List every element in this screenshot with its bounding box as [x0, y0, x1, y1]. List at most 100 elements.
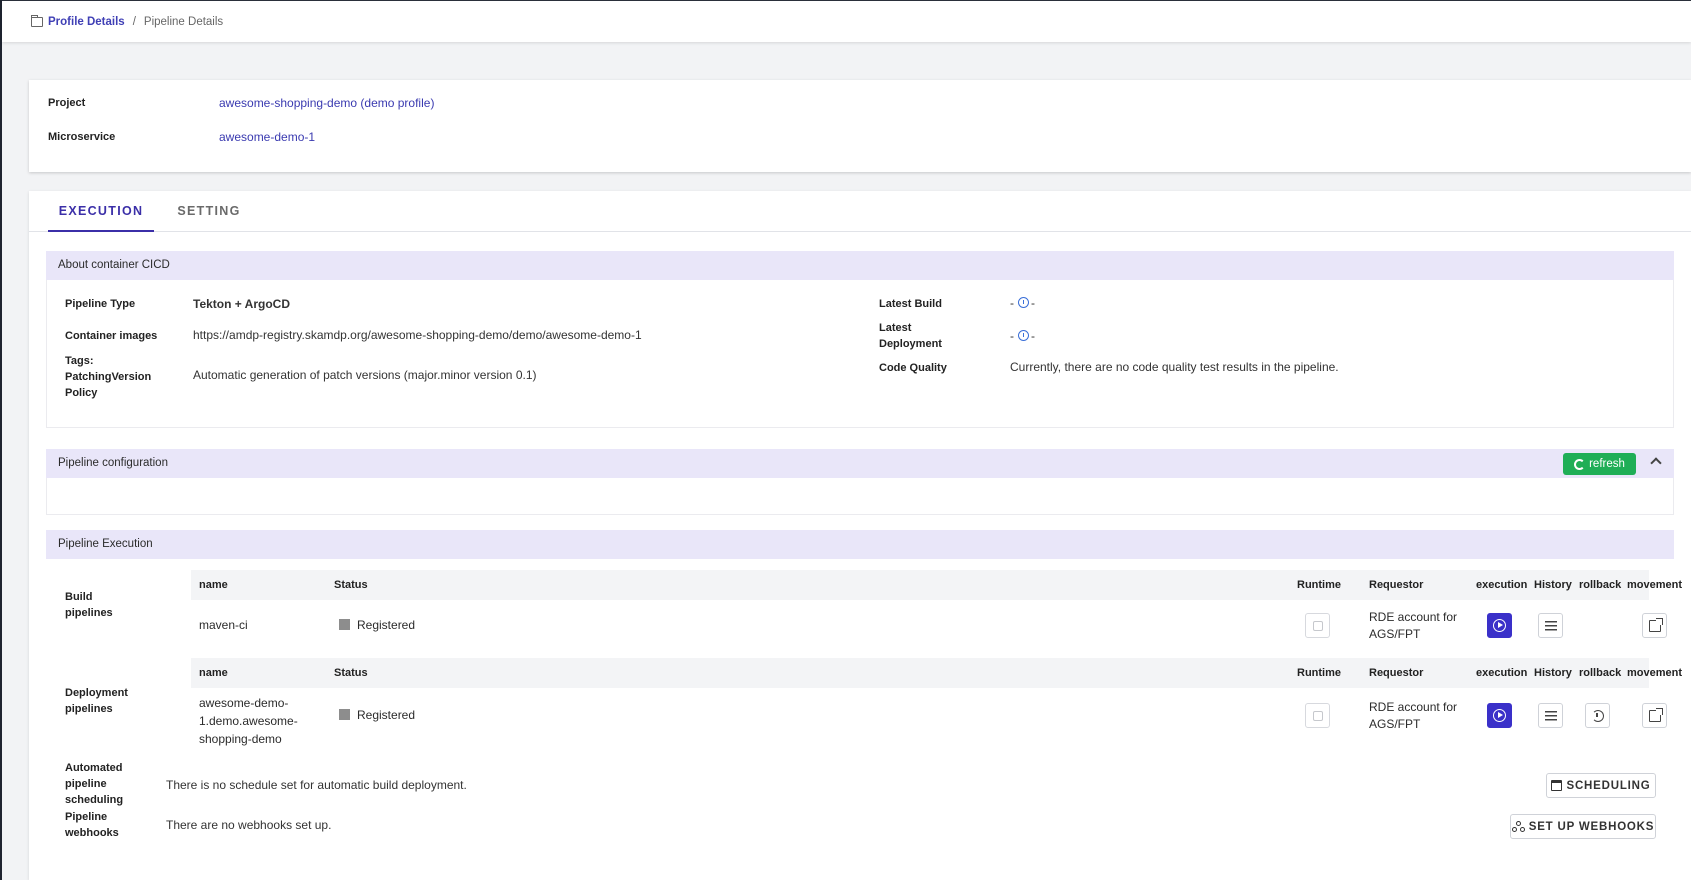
project-row: Project awesome-shopping-demo (demo prof…	[48, 96, 434, 110]
deploy-requestor: RDE account for AGS/FPT	[1369, 700, 1458, 731]
latest-build-label: Latest Build	[879, 298, 942, 310]
config-section-header: Pipeline configuration refresh	[46, 449, 1674, 478]
col-status: Status	[334, 579, 368, 591]
scheduling-button-label: SCHEDULING	[1566, 779, 1651, 792]
col-execution: execution	[1476, 579, 1528, 591]
build-pipelines-label: Build pipelines	[65, 591, 113, 619]
build-table-header: name Status Runtime Requestor execution …	[191, 570, 1682, 600]
pipeline-type-label: Pipeline Type	[65, 298, 136, 310]
col-name: name	[199, 667, 228, 679]
webhooks-text: There are no webhooks set up.	[166, 818, 332, 832]
window-edge	[0, 0, 2, 880]
runtime-button[interactable]	[1305, 703, 1330, 728]
table-row: maven-ci Registered RDE account for AGS/…	[191, 600, 1667, 650]
pipeline-type-value: Tekton + ArgoCD	[193, 297, 291, 311]
patching-policy-label: PatchingVersion Policy	[65, 371, 152, 399]
col-name: name	[199, 579, 228, 591]
status-square-icon	[339, 619, 350, 630]
col-requestor: Requestor	[1369, 579, 1424, 591]
project-label: Project	[48, 97, 86, 109]
code-quality-label: Code Quality	[879, 362, 947, 374]
chevron-up-icon[interactable]	[1650, 457, 1662, 469]
rollback-button[interactable]	[1585, 703, 1610, 728]
about-section-body: Pipeline Type Tekton + ArgoCD Container …	[46, 280, 1674, 428]
microservice-row: Microservice awesome-demo-1	[48, 130, 315, 144]
build-requestor: RDE account for AGS/FPT	[1369, 610, 1458, 641]
col-movement: movement	[1627, 667, 1683, 679]
tab-execution[interactable]: EXECUTION	[48, 191, 154, 232]
col-movement: movement	[1627, 579, 1683, 591]
col-runtime: Runtime	[1297, 579, 1341, 591]
latest-deployment-label: Latest Deployment	[879, 322, 942, 350]
latest-deployment-value: --	[1010, 329, 1035, 343]
scheduling-text: There is no schedule set for automatic b…	[166, 778, 467, 792]
tags-label: Tags:	[65, 355, 94, 367]
microservice-link[interactable]: awesome-demo-1	[219, 130, 315, 144]
deployment-pipelines-label: Deployment pipelines	[65, 687, 128, 715]
alarm-icon	[1018, 297, 1029, 308]
deploy-pipeline-name: awesome-demo-1.demo.awesome-shopping-dem…	[199, 696, 298, 746]
table-row: awesome-demo-1.demo.awesome-shopping-dem…	[191, 688, 1667, 748]
col-rollback: rollback	[1579, 579, 1622, 591]
deploy-table-header: name Status Runtime Requestor execution …	[191, 658, 1682, 688]
refresh-label: refresh	[1589, 457, 1625, 470]
execution-section-header: Pipeline Execution	[46, 530, 1674, 559]
history-button[interactable]	[1538, 613, 1563, 638]
execute-button[interactable]	[1487, 703, 1512, 728]
folder-icon	[31, 14, 43, 27]
execute-button[interactable]	[1487, 613, 1512, 638]
build-status: Registered	[339, 618, 415, 632]
scheduling-label: Automated pipeline scheduling	[65, 762, 124, 806]
scheduling-button[interactable]: SCHEDULING	[1546, 773, 1656, 798]
patching-policy-value: Automatic generation of patch versions (…	[193, 368, 537, 382]
deploy-status-text: Registered	[357, 708, 416, 722]
history-button[interactable]	[1538, 703, 1563, 728]
col-history: History	[1534, 667, 1572, 679]
play-icon	[1493, 619, 1506, 632]
config-section-body	[46, 478, 1674, 515]
col-rollback: rollback	[1579, 667, 1622, 679]
pipeline-card: EXECUTION SETTING About container CICD P…	[29, 191, 1691, 880]
play-icon	[1493, 709, 1506, 722]
container-images-value: https://amdp-registry.skamdp.org/awesome…	[193, 328, 642, 342]
alarm-icon	[1018, 330, 1029, 341]
refresh-icon	[1574, 458, 1586, 470]
latest-deploy-dash-2: -	[1031, 329, 1035, 343]
runtime-button[interactable]	[1305, 613, 1330, 638]
col-runtime: Runtime	[1297, 667, 1341, 679]
list-icon	[1544, 710, 1557, 721]
set-up-webhooks-button[interactable]: SET UP WEBHOOKS	[1510, 814, 1656, 839]
col-requestor: Requestor	[1369, 667, 1424, 679]
tab-bar: EXECUTION SETTING	[29, 191, 1691, 232]
external-link-icon	[1648, 707, 1663, 722]
container-images-label: Container images	[65, 330, 158, 342]
breadcrumb-separator: /	[132, 15, 136, 28]
webhook-icon	[1511, 820, 1525, 833]
external-link-icon	[1648, 617, 1663, 632]
movement-button[interactable]	[1642, 613, 1667, 638]
col-status: Status	[334, 667, 368, 679]
refresh-button[interactable]: refresh	[1563, 453, 1636, 475]
code-quality-value: Currently, there are no code quality tes…	[1010, 360, 1339, 374]
about-section-header: About container CICD	[46, 251, 1674, 280]
latest-build-value: --	[1010, 296, 1035, 310]
latest-build-dash-2: -	[1031, 296, 1035, 310]
breadcrumb-profile-details[interactable]: Profile Details	[48, 16, 125, 28]
col-history: History	[1534, 579, 1572, 591]
latest-build-dash: -	[1010, 296, 1014, 310]
tab-setting[interactable]: SETTING	[167, 191, 251, 232]
config-section-title: Pipeline configuration	[58, 457, 168, 469]
build-pipeline-name: maven-ci	[199, 618, 248, 632]
build-status-text: Registered	[357, 618, 416, 632]
movement-button[interactable]	[1642, 703, 1667, 728]
webhooks-button-label: SET UP WEBHOOKS	[1528, 820, 1655, 833]
list-icon	[1544, 620, 1557, 631]
latest-deploy-dash: -	[1010, 329, 1014, 343]
project-card: Project awesome-shopping-demo (demo prof…	[29, 80, 1691, 172]
deploy-status: Registered	[339, 708, 415, 722]
calendar-icon	[1551, 780, 1563, 791]
breadcrumb: Profile Details / Pipeline Details	[2, 0, 1691, 42]
breadcrumb-current: Pipeline Details	[143, 15, 224, 28]
col-execution: execution	[1476, 667, 1528, 679]
project-link[interactable]: awesome-shopping-demo (demo profile)	[219, 96, 434, 110]
